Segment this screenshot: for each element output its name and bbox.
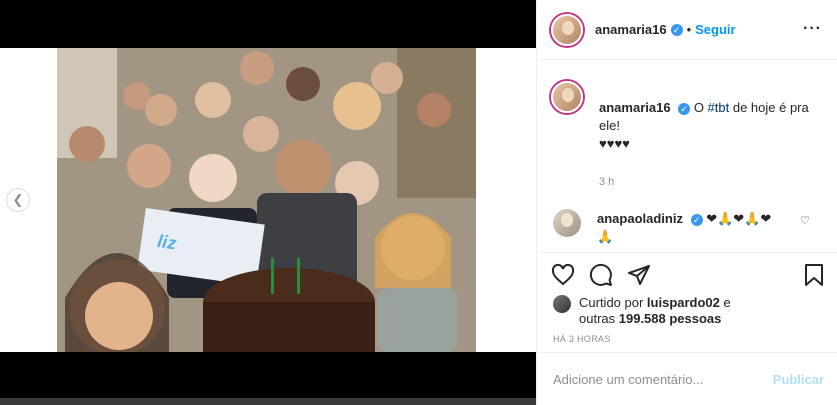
chevron-left-icon[interactable]: ❮ — [6, 188, 30, 212]
bookmark-icon[interactable] — [802, 263, 826, 287]
media-strip — [0, 398, 536, 405]
post-media: liz ❮ — [0, 0, 536, 405]
post-timestamp[interactable]: HÁ 3 HORAS — [553, 334, 611, 344]
post-actions: Curtido por luispardo02 e outras 199.588… — [537, 252, 837, 352]
group-photo-illustration: liz — [57, 48, 476, 352]
add-comment-bar: Adicione um comentário... Publicar — [537, 352, 837, 405]
verified-icon: ✓ — [690, 213, 703, 226]
author-username[interactable]: anamaria16 — [595, 22, 667, 37]
likes-text: Curtido por luispardo02 e outras 199.588… — [579, 295, 749, 327]
publish-button[interactable]: Publicar — [773, 372, 824, 387]
post-header: anamaria16 ✓ • Seguir ··· — [537, 0, 837, 60]
caption-time[interactable]: 3 h — [599, 176, 614, 188]
more-icon[interactable]: ··· — [803, 20, 822, 38]
follow-button[interactable]: Seguir — [695, 22, 735, 37]
comment-input[interactable]: Adicione um comentário... — [553, 372, 773, 387]
action-icons — [551, 263, 651, 287]
caption-author-avatar[interactable] — [551, 81, 583, 113]
commenter-avatar[interactable] — [553, 209, 581, 237]
liked-by-prefix: Curtido por — [579, 295, 647, 310]
comment-text: anapaoladiniz ✓ ❤🙏❤🙏❤🙏 — [597, 210, 787, 246]
verified-icon: ✓ — [670, 23, 683, 36]
post-side-panel: anamaria16 ✓ • Seguir ··· anamaria16 ✓ O… — [536, 0, 837, 405]
svg-text:liz: liz — [156, 231, 178, 253]
verified-icon: ✓ — [678, 102, 691, 115]
commenter-username[interactable]: anapaoladiniz — [597, 211, 683, 226]
hashtag-link[interactable]: #tbt — [708, 100, 730, 115]
author-avatar[interactable] — [551, 13, 583, 46]
media-letterbox-top — [0, 0, 536, 48]
small-heart-icon[interactable]: ♡ — [800, 214, 810, 227]
likes-count[interactable]: 199.588 — [619, 311, 666, 326]
post-photo[interactable]: liz — [57, 48, 476, 352]
likes-summary: Curtido por luispardo02 e outras 199.588… — [553, 295, 749, 327]
liker-avatar[interactable] — [553, 295, 571, 313]
liked-by-user[interactable]: luispardo02 — [647, 295, 720, 310]
comments-area: anamaria16 ✓ O #tbt de hoje é pra ele! ♥… — [537, 61, 837, 251]
likes-suffix[interactable]: pessoas — [666, 311, 721, 326]
share-icon[interactable] — [627, 263, 651, 287]
heart-icon[interactable] — [551, 263, 575, 287]
caption-prefix: O — [693, 100, 708, 115]
comment-icon[interactable] — [589, 263, 613, 287]
caption-author[interactable]: anamaria16 — [599, 100, 671, 115]
caption-text: anamaria16 ✓ O #tbt de hoje é pra ele! ♥… — [599, 99, 809, 153]
separator-bullet: • — [686, 22, 692, 37]
caption-hearts: ♥♥♥♥ — [599, 136, 630, 151]
